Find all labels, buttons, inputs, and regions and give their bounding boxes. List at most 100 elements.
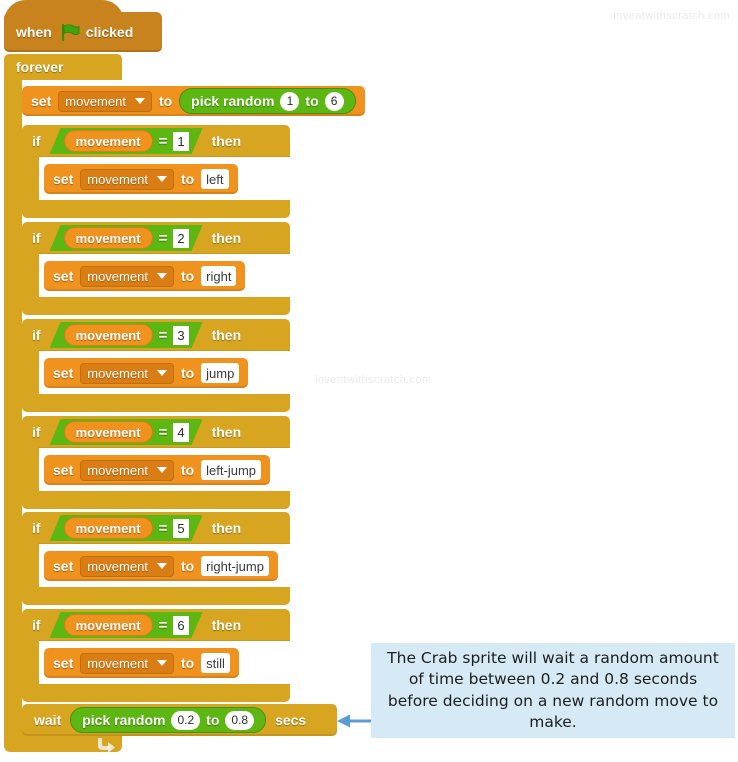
chevron-down-icon [156, 467, 167, 473]
wait-seconds-block[interactable]: wait pick random 0.2 to 0.8 secs [22, 704, 337, 736]
equals-operator-label: = [158, 616, 168, 634]
variable-reporter[interactable]: movement [64, 227, 153, 249]
equals-condition-3[interactable]: movement = 3 [50, 322, 203, 348]
chevron-down-icon [156, 660, 167, 666]
compare-value-input[interactable]: 5 [173, 519, 188, 538]
set-value-input[interactable]: still [201, 653, 230, 673]
if-block-footer-5 [22, 587, 290, 605]
if-block-header-1[interactable]: if movement = 1 then [22, 125, 290, 157]
variable-dropdown[interactable]: movement [80, 168, 174, 190]
variable-dropdown[interactable]: movement [80, 652, 174, 674]
equals-condition-4[interactable]: movement = 4 [50, 419, 203, 445]
forever-block-header[interactable]: forever [4, 54, 122, 80]
if-block-footer-6 [22, 684, 290, 702]
set-variable-block-2[interactable]: set movement to right [44, 261, 246, 291]
callout-text: The Crab sprite will wait a random amoun… [387, 648, 719, 731]
variable-dropdown-value: movement [65, 93, 126, 109]
equals-operator-label: = [158, 326, 168, 344]
variable-dropdown-value: movement [87, 655, 148, 671]
when-label: when [16, 24, 52, 40]
set-variable-random-block[interactable]: set movement to pick random 1 to 6 [22, 86, 365, 116]
set-keyword-label: set [53, 365, 74, 381]
set-variable-block-5[interactable]: set movement to right-jump [44, 551, 278, 581]
pick-random-joiner-label: to [206, 712, 220, 728]
callout-box: The Crab sprite will wait a random amoun… [371, 643, 735, 738]
variable-dropdown-value: movement [87, 558, 148, 574]
equals-condition-1[interactable]: movement = 1 [50, 128, 203, 154]
if-keyword-label: if [32, 327, 41, 343]
pick-random-joiner-label: to [305, 93, 319, 109]
if-block-spine-3 [22, 349, 39, 397]
set-variable-block-4[interactable]: set movement to left-jump [44, 455, 271, 485]
set-variable-block-6[interactable]: set movement to still [44, 648, 239, 678]
equals-operator-label: = [158, 132, 168, 150]
variable-dropdown-value: movement [87, 462, 148, 478]
compare-value-input[interactable]: 2 [173, 229, 188, 248]
when-green-flag-clicked-block[interactable]: when clicked [4, 12, 162, 52]
chevron-down-icon [134, 98, 145, 104]
if-block-footer-2 [22, 297, 290, 315]
pick-random-from-input[interactable]: 1 [280, 91, 300, 111]
if-block-spine-4 [22, 446, 39, 494]
then-label: then [211, 520, 242, 536]
chevron-down-icon [156, 563, 167, 569]
compare-value-input[interactable]: 3 [173, 326, 188, 345]
set-keyword-label: set [31, 93, 52, 109]
then-label: then [211, 133, 242, 149]
set-value-input[interactable]: left-jump [201, 460, 262, 480]
if-block-footer-3 [22, 394, 290, 412]
variable-reporter[interactable]: movement [64, 421, 153, 443]
variable-dropdown[interactable]: movement [80, 459, 174, 481]
if-block-header-3[interactable]: if movement = 3 then [22, 319, 290, 351]
set-keyword-label: set [53, 462, 74, 478]
wait-keyword-label: wait [34, 712, 62, 728]
equals-condition-5[interactable]: movement = 5 [50, 515, 203, 541]
to-label: to [180, 462, 195, 478]
pick-random-to-input[interactable]: 0.8 [225, 710, 255, 730]
green-flag-icon [60, 24, 80, 41]
if-block-spine-5 [22, 542, 39, 590]
forever-block-spine [4, 78, 22, 730]
set-variable-block-1[interactable]: set movement to left [44, 164, 238, 194]
variable-dropdown[interactable]: movement [80, 362, 174, 384]
pick-random-operator-block[interactable]: pick random 1 to 6 [179, 88, 356, 114]
compare-value-input[interactable]: 4 [173, 423, 188, 442]
pick-random-from-input[interactable]: 0.2 [171, 710, 201, 730]
watermark-center: inventwithscratch.com [315, 374, 432, 386]
variable-dropdown[interactable]: movement [58, 90, 152, 112]
if-keyword-label: if [32, 133, 41, 149]
set-keyword-label: set [53, 655, 74, 671]
variable-reporter[interactable]: movement [64, 517, 153, 539]
equals-condition-2[interactable]: movement = 2 [50, 225, 203, 251]
variable-reporter[interactable]: movement [64, 324, 153, 346]
variable-dropdown[interactable]: movement [80, 555, 174, 577]
if-block-header-4[interactable]: if movement = 4 then [22, 416, 290, 448]
clicked-label: clicked [85, 24, 134, 40]
variable-reporter[interactable]: movement [64, 614, 153, 636]
variable-dropdown-value: movement [87, 268, 148, 284]
set-value-input[interactable]: right-jump [201, 556, 269, 576]
set-value-input[interactable]: right [201, 266, 237, 286]
if-block-footer-4 [22, 491, 290, 509]
set-variable-block-3[interactable]: set movement to jump [44, 358, 249, 388]
variable-dropdown-value: movement [87, 171, 148, 187]
equals-condition-6[interactable]: movement = 6 [50, 612, 203, 638]
pick-random-operator-block-wait[interactable]: pick random 0.2 to 0.8 [70, 707, 267, 733]
if-keyword-label: if [32, 230, 41, 246]
scratch-script-canvas: inventwithscratch.com inventwithscratch.… [0, 0, 738, 762]
variable-dropdown[interactable]: movement [80, 265, 174, 287]
set-keyword-label: set [53, 171, 74, 187]
if-block-header-2[interactable]: if movement = 2 then [22, 222, 290, 254]
compare-value-input[interactable]: 6 [173, 616, 188, 635]
if-block-header-6[interactable]: if movement = 6 then [22, 609, 290, 641]
chevron-down-icon [156, 370, 167, 376]
if-block-header-5[interactable]: if movement = 5 then [22, 512, 290, 544]
then-label: then [211, 617, 242, 633]
set-value-input[interactable]: jump [201, 363, 240, 383]
to-label: to [180, 268, 195, 284]
pick-random-to-input[interactable]: 6 [324, 91, 344, 111]
equals-operator-label: = [158, 519, 168, 537]
variable-reporter[interactable]: movement [64, 130, 153, 152]
set-value-input[interactable]: left [201, 169, 229, 189]
compare-value-input[interactable]: 1 [173, 132, 188, 151]
